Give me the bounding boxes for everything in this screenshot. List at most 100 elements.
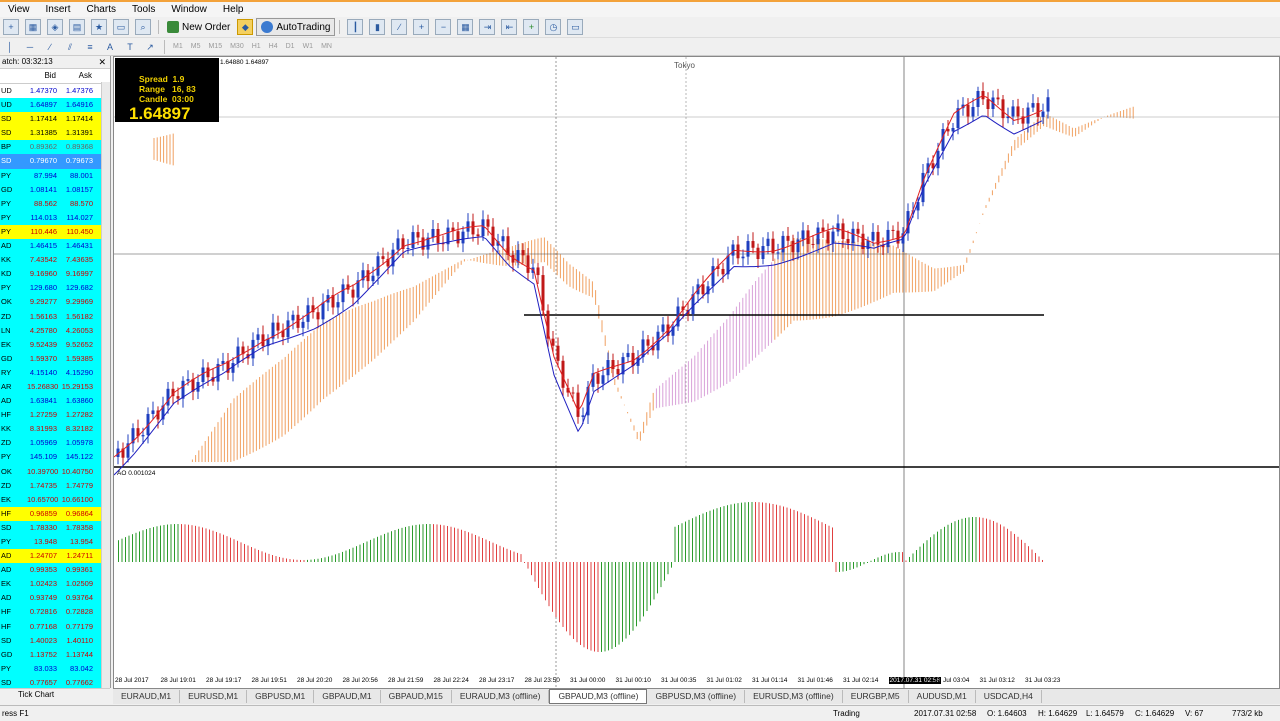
market-watch-row[interactable]: AR 15.26830 15.29153 bbox=[0, 379, 110, 395]
market-watch-row[interactable]: ZD 1.74735 1.74779 bbox=[0, 478, 110, 493]
candlestick-icon[interactable]: ▮ bbox=[369, 19, 386, 35]
market-watch-row[interactable]: AD 1.24707 1.24711 bbox=[0, 549, 110, 564]
market-watch-icon[interactable]: ◈ bbox=[47, 19, 63, 35]
ask-column-header[interactable]: Ask bbox=[56, 69, 94, 83]
horizontal-line-icon[interactable]: ─ bbox=[23, 40, 37, 54]
market-watch-row[interactable]: PY 114.013 114.027 bbox=[0, 210, 110, 225]
menu-window[interactable]: Window bbox=[163, 2, 215, 17]
timeframe-m5[interactable]: M5 bbox=[191, 43, 201, 50]
market-watch-row[interactable]: GD 1.59370 1.59385 bbox=[0, 351, 110, 366]
market-watch-row[interactable]: PY 129.680 129.682 bbox=[0, 281, 110, 296]
chart-tab[interactable]: EURAUD,M1 bbox=[113, 690, 181, 703]
menu-tools[interactable]: Tools bbox=[124, 2, 163, 17]
timeframe-m30[interactable]: M30 bbox=[230, 43, 244, 50]
chart-tab[interactable]: GBPUSD,M3 (offline) bbox=[647, 690, 746, 703]
chart-tab[interactable]: GBPAUD,M1 bbox=[314, 690, 381, 703]
price-chart-canvas[interactable] bbox=[114, 57, 1279, 688]
bar-chart-icon[interactable]: ┃ bbox=[347, 19, 364, 35]
timeframe-h4[interactable]: H4 bbox=[269, 43, 278, 50]
metaeditor-icon[interactable]: ◆ bbox=[237, 19, 254, 35]
terminal-icon[interactable]: ▭ bbox=[113, 19, 129, 35]
trendline-icon[interactable]: ∕ bbox=[43, 40, 57, 54]
market-watch-row[interactable]: PY 13.948 13.954 bbox=[0, 535, 110, 550]
menu-insert[interactable]: Insert bbox=[38, 2, 79, 17]
profiles-icon[interactable]: ▦ bbox=[25, 19, 41, 35]
market-watch-row[interactable]: SD 1.40023 1.40110 bbox=[0, 633, 110, 648]
market-watch-row[interactable]: AD 1.63841 1.63860 bbox=[0, 394, 110, 409]
timeframe-h1[interactable]: H1 bbox=[252, 43, 261, 50]
line-chart-icon[interactable]: ∕ bbox=[391, 19, 408, 35]
timeframe-d1[interactable]: D1 bbox=[286, 43, 295, 50]
market-watch-row[interactable]: AD 0.93749 0.93764 bbox=[0, 591, 110, 606]
channel-icon[interactable]: ⫽ bbox=[63, 40, 77, 54]
symbol-column-header[interactable] bbox=[0, 69, 26, 83]
market-watch-row[interactable]: GD 1.08141 1.08157 bbox=[0, 182, 110, 197]
market-watch-row[interactable]: ZD 1.05969 1.05978 bbox=[0, 436, 110, 451]
close-icon[interactable]: ✕ bbox=[98, 56, 106, 68]
market-watch-row[interactable]: LN 4.25780 4.26053 bbox=[0, 323, 110, 338]
market-watch-row[interactable]: EK 1.02423 1.02509 bbox=[0, 577, 110, 592]
chart-tab[interactable]: GBPAUD,M15 bbox=[381, 690, 452, 703]
market-watch-row[interactable]: KK 8.31993 8.32182 bbox=[0, 422, 110, 437]
data-window-icon[interactable]: ▤ bbox=[69, 19, 85, 35]
chart-tab[interactable]: EURAUD,M3 (offline) bbox=[452, 690, 550, 703]
market-watch-row[interactable]: ZD 1.56163 1.56182 bbox=[0, 309, 110, 324]
market-watch-row[interactable]: UD 1.47370 1.47376 bbox=[0, 84, 110, 99]
market-watch-row[interactable]: SD 0.79670 0.79673 bbox=[0, 154, 110, 169]
autoscroll-icon[interactable]: ⇤ bbox=[501, 19, 518, 35]
market-watch-row[interactable]: AD 0.99353 0.99361 bbox=[0, 563, 110, 578]
market-watch-row[interactable]: EK 9.52439 9.52652 bbox=[0, 337, 110, 352]
chart-tab[interactable]: AUDUSD,M1 bbox=[909, 690, 976, 703]
fibonacci-icon[interactable]: ≡ bbox=[83, 40, 97, 54]
market-watch-row[interactable]: KK 7.43542 7.43635 bbox=[0, 253, 110, 268]
market-watch-row[interactable]: HF 0.72816 0.72828 bbox=[0, 605, 110, 620]
bid-column-header[interactable]: Bid bbox=[26, 69, 56, 83]
market-watch-row[interactable]: OK 10.39700 10.40750 bbox=[0, 464, 110, 479]
arrows-icon[interactable]: ↗ bbox=[143, 40, 157, 54]
market-watch-row[interactable]: SD 1.31385 1.31391 bbox=[0, 126, 110, 141]
market-watch-row[interactable]: PY 88.562 88.570 bbox=[0, 196, 110, 211]
timeframe-m1[interactable]: M1 bbox=[173, 43, 183, 50]
market-watch-row[interactable]: PY 87.994 88.001 bbox=[0, 168, 110, 183]
market-watch-row[interactable]: PY 110.446 110.450 bbox=[0, 224, 110, 240]
chart-window[interactable] bbox=[113, 56, 1280, 689]
chart-tab[interactable]: GBPUSD,M1 bbox=[247, 690, 315, 703]
market-watch-row[interactable]: AD 1.46415 1.46431 bbox=[0, 239, 110, 254]
market-watch-row[interactable]: SD 1.78330 1.78358 bbox=[0, 520, 110, 535]
zoom-out-icon[interactable]: − bbox=[435, 19, 452, 35]
chart-tab[interactable]: GBPAUD,M3 (offline) bbox=[549, 689, 648, 704]
text-icon[interactable]: A bbox=[103, 40, 117, 54]
chart-tab[interactable]: EURUSD,M3 (offline) bbox=[745, 690, 843, 703]
market-watch-row[interactable]: BP 0.89362 0.89368 bbox=[0, 140, 110, 155]
chart-tab[interactable]: EURGBP,M5 bbox=[843, 690, 909, 703]
market-watch-row[interactable]: HF 1.27259 1.27282 bbox=[0, 408, 110, 423]
market-watch-row[interactable]: OK 9.29277 9.29969 bbox=[0, 295, 110, 310]
market-watch-scrollbar[interactable] bbox=[101, 82, 110, 688]
market-watch-row[interactable]: HF 0.96859 0.96864 bbox=[0, 506, 110, 521]
timeframe-mn[interactable]: MN bbox=[321, 43, 332, 50]
market-watch-row[interactable]: EK 10.65700 10.66100 bbox=[0, 492, 110, 507]
indicators-icon[interactable]: + bbox=[523, 19, 540, 35]
market-watch-row[interactable]: KD 9.16960 9.16997 bbox=[0, 267, 110, 282]
tile-windows-icon[interactable]: ▦ bbox=[457, 19, 474, 35]
market-watch-row[interactable]: RY 4.15140 4.15290 bbox=[0, 365, 110, 380]
strategy-tester-icon[interactable]: ⌕ bbox=[135, 19, 151, 35]
market-watch-row[interactable]: HF 0.77168 0.77179 bbox=[0, 619, 110, 634]
periods-icon[interactable]: ◷ bbox=[545, 19, 562, 35]
market-watch-row[interactable]: SD 1.17414 1.17414 bbox=[0, 112, 110, 127]
cursor-icon[interactable]: │ bbox=[3, 40, 17, 54]
label-icon[interactable]: T bbox=[123, 40, 137, 54]
new-order-button[interactable]: New Order bbox=[163, 19, 234, 35]
chart-shift-icon[interactable]: ⇥ bbox=[479, 19, 496, 35]
chart-tab[interactable]: EURUSD,M1 bbox=[180, 690, 248, 703]
zoom-in-icon[interactable]: + bbox=[413, 19, 430, 35]
menu-charts[interactable]: Charts bbox=[79, 2, 124, 17]
market-watch-row[interactable]: SD 0.77657 0.77662 bbox=[0, 675, 110, 688]
templates-icon[interactable]: ▭ bbox=[567, 19, 584, 35]
menu-help[interactable]: Help bbox=[215, 2, 252, 17]
timeframe-w1[interactable]: W1 bbox=[303, 43, 314, 50]
market-watch-row[interactable]: PY 145.109 145.122 bbox=[0, 450, 110, 465]
tick-chart-tab[interactable]: Tick Chart bbox=[0, 690, 54, 699]
menu-view[interactable]: View bbox=[0, 2, 38, 17]
market-watch-row[interactable]: UD 1.64897 1.64916 bbox=[0, 98, 110, 113]
